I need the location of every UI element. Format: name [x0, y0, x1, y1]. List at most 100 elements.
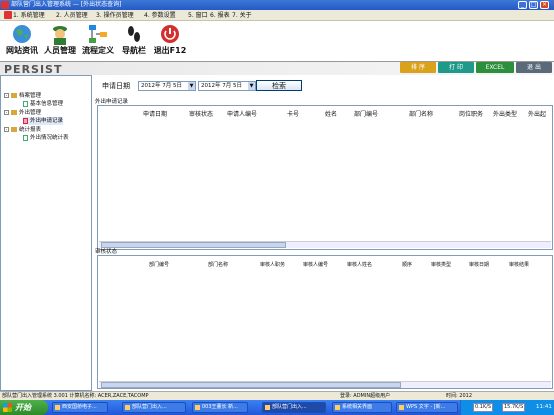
menu-report[interactable]: 6. 报表 — [210, 10, 230, 21]
sort-label: 排 序 — [411, 64, 425, 71]
scrollbar-thumb[interactable] — [101, 242, 286, 248]
taskbar-item-active[interactable]: 部队营门出入... — [262, 402, 326, 413]
tree-group-outing[interactable]: - 外出管理 — [4, 109, 41, 117]
minimize-button[interactable]: _ — [518, 1, 527, 9]
document-icon — [23, 134, 28, 141]
windows-logo-icon — [3, 403, 12, 412]
col-header[interactable]: 卡号 — [287, 109, 299, 118]
tree-item-outing-stats[interactable]: 外出情况统计表 — [23, 134, 69, 142]
footprints-icon — [123, 23, 145, 45]
app-icon — [125, 405, 130, 410]
collapse-icon[interactable]: - — [4, 93, 9, 98]
dropdown-arrow-icon[interactable]: ▼ — [248, 82, 255, 90]
menu-system[interactable]: 1. 系统管理 — [13, 10, 45, 21]
folder-icon — [11, 93, 17, 98]
tree-item-outing-records[interactable]: 外出申请记录 — [23, 117, 64, 125]
col-header[interactable]: 部门编号 — [354, 109, 378, 118]
close-button[interactable]: × — [540, 1, 549, 9]
col-header[interactable]: 审核人编号 — [303, 261, 328, 268]
menu-about[interactable]: 7. 关于 — [232, 10, 252, 21]
horizontal-scrollbar[interactable] — [99, 241, 551, 248]
search-label: 检索 — [272, 82, 286, 90]
col-header[interactable]: 审核类型 — [431, 261, 451, 268]
date-from-picker[interactable]: 2012年 7月 5日 ▼ — [138, 81, 196, 91]
taskbar: 开始 西安国桥电子... 部队营门出入... 003王董长 新... 部队营门出… — [0, 400, 554, 415]
applications-table[interactable]: 申请日期 审核状态 申请人编号 卡号 姓名 部门编号 部门名称 岗位职务 外出类… — [97, 105, 553, 250]
start-button[interactable]: 开始 — [0, 400, 48, 415]
app-icon — [55, 405, 60, 410]
menu-window[interactable]: 5. 窗口 — [188, 10, 208, 21]
menu-params[interactable]: 4. 参数设置 — [144, 10, 176, 21]
col-header[interactable]: 顺序 — [402, 261, 412, 268]
globe-icon — [11, 23, 33, 45]
menu-app-icon — [4, 11, 12, 19]
tree-item-basic-info[interactable]: 基本信息管理 — [23, 100, 63, 108]
start-label: 开始 — [15, 403, 31, 412]
menu-operator[interactable]: 3. 操作员管理 — [96, 10, 134, 21]
app-icon — [265, 405, 270, 410]
apply-date-label: 申请日期 — [102, 82, 130, 90]
excel-button[interactable]: EXCEL — [476, 62, 514, 73]
review-table[interactable]: 部门编号 部门名称 审核人职务 审核人编号 审核人姓名 顺序 审核类型 审核日期… — [97, 255, 553, 389]
col-header[interactable]: 姓名 — [325, 109, 337, 118]
tree-group-archive[interactable]: - 档案管理 — [4, 92, 41, 100]
col-header[interactable]: 审核人职务 — [260, 261, 285, 268]
col-header[interactable]: 审核结果 — [509, 261, 529, 268]
scrollbar-thumb[interactable] — [101, 382, 401, 388]
personnel-button[interactable]: 人员管理 — [42, 23, 78, 61]
taskbar-item[interactable]: 西安国桥电子... — [52, 402, 108, 413]
col-header[interactable]: 部门名称 — [409, 109, 433, 118]
exit-button[interactable]: 退出F12 — [152, 23, 188, 61]
nav-bar-button[interactable]: 导航栏 — [118, 23, 150, 61]
menu-bar: 1. 系统管理 2. 人员管理 3. 操作员管理 4. 参数设置 5. 窗口 6… — [0, 10, 554, 21]
col-header[interactable]: 审核状态 — [189, 109, 213, 118]
horizontal-scrollbar[interactable] — [99, 381, 551, 388]
document-icon — [23, 117, 28, 124]
system-tray: 0.1K/S 15.7K/S 11:41 — [460, 400, 554, 415]
taskbar-item[interactable]: 系统相关界面 — [332, 402, 392, 413]
collapse-icon[interactable]: - — [4, 110, 9, 115]
exit-label: 退 出 — [527, 64, 541, 71]
col-header[interactable]: 申请日期 — [143, 109, 167, 118]
app-icon — [195, 405, 200, 410]
app-icon — [1, 1, 9, 9]
taskbar-item[interactable]: 003王董长 新... — [192, 402, 248, 413]
taskbar-item[interactable]: WPS 文字 - [新... — [396, 402, 458, 413]
search-button[interactable]: 检索 — [256, 80, 302, 91]
soldier-icon — [49, 23, 71, 45]
folder-icon — [11, 110, 17, 115]
col-header[interactable]: 部门编号 — [149, 261, 169, 268]
window-title: 部队营门出入管理系统 — [外出状态查询] — [11, 1, 122, 8]
dropdown-arrow-icon[interactable]: ▼ — [188, 82, 195, 90]
wps-icon — [399, 405, 404, 410]
exit-action-button[interactable]: 退 出 — [516, 62, 552, 73]
applications-section-title: 外出申请记录 — [95, 99, 129, 105]
flowchart-icon — [87, 23, 109, 45]
status-bar: 部队营门出入管理系统 3.001 计算机名称: ACER,ZACE,TACOMP… — [0, 391, 554, 400]
col-header[interactable]: 部门名称 — [208, 261, 228, 268]
date-to-picker[interactable]: 2012年 7月 5日 ▼ — [198, 81, 256, 91]
col-header[interactable]: 外出起 — [528, 109, 546, 118]
clock[interactable]: 11:41 — [536, 400, 552, 415]
print-label: 打 印 — [449, 64, 463, 71]
folder-icon — [335, 405, 340, 410]
print-button[interactable]: 打 印 — [438, 62, 474, 73]
toolbar: 网站资讯 人员管理 流程定义 导航栏 退出F12 — [0, 21, 554, 62]
col-header[interactable]: 审核日期 — [469, 261, 489, 268]
sort-button[interactable]: 排 序 — [400, 62, 436, 73]
tree-group-reports[interactable]: - 统计报表 — [4, 126, 41, 134]
process-definition-button[interactable]: 流程定义 — [80, 23, 116, 61]
maximize-button[interactable]: □ — [529, 1, 538, 9]
col-header[interactable]: 申请人编号 — [227, 109, 257, 118]
menu-personnel[interactable]: 2. 人员管理 — [56, 10, 88, 21]
taskbar-item[interactable]: 部队营门出入... — [122, 402, 186, 413]
collapse-icon[interactable]: - — [4, 127, 9, 132]
folder-icon — [11, 127, 17, 132]
excel-label: EXCEL — [485, 64, 505, 71]
col-header[interactable]: 岗位职务 — [459, 109, 483, 118]
col-header[interactable]: 外出类型 — [493, 109, 517, 118]
website-news-button[interactable]: 网站资讯 — [4, 23, 40, 61]
review-section-title: 审核状态 — [95, 249, 118, 255]
col-header[interactable]: 审核人姓名 — [347, 261, 372, 268]
document-icon — [23, 100, 28, 107]
